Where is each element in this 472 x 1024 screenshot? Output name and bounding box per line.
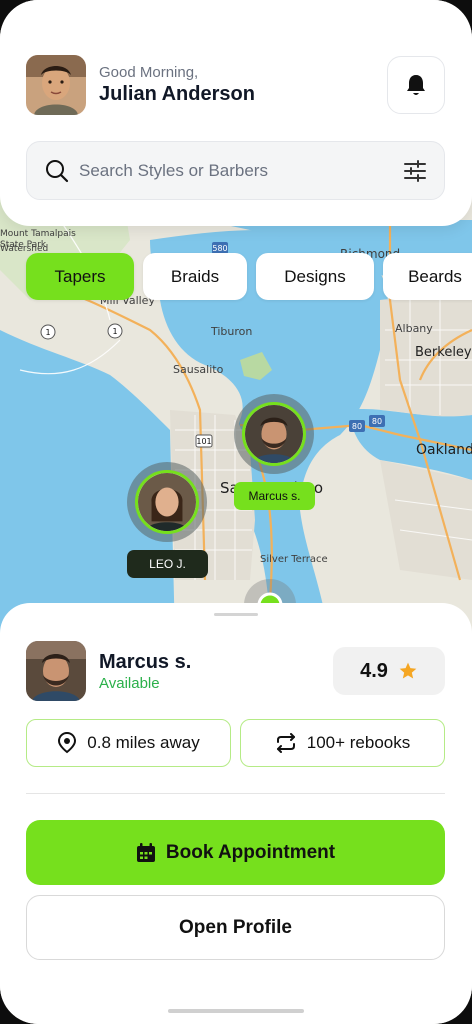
star-icon: [399, 662, 417, 679]
rating-value: 4.9: [360, 659, 388, 682]
map-label-berkeley: Berkeley: [415, 345, 472, 360]
greeting-text: Good Morning,: [99, 64, 199, 81]
open-profile-label: Open Profile: [179, 916, 292, 938]
map-view[interactable]: 580 80 80 101 1 1 Mill Valley Tiburon Sa…: [0, 180, 472, 640]
map-canvas: 580 80 80 101 1 1 Mill Valley Tiburon Sa…: [0, 180, 472, 640]
map-label-oakland: Oakland: [416, 442, 472, 458]
map-label-tiburon: Tiburon: [210, 325, 252, 338]
user-name: Julian Anderson: [99, 83, 255, 105]
map-label-silver-terrace: Silver Terrace: [260, 554, 328, 565]
chip-tapers[interactable]: Tapers: [26, 253, 134, 300]
user-avatar[interactable]: [26, 55, 86, 115]
divider: [26, 793, 445, 794]
barber-status: Available: [99, 675, 160, 692]
svg-text:580: 580: [212, 244, 227, 253]
chip-designs[interactable]: Designs: [256, 253, 374, 300]
rebooks-box: 100+ rebooks: [240, 719, 445, 767]
chip-braids[interactable]: Braids: [143, 253, 247, 300]
sheet-handle[interactable]: [214, 613, 258, 616]
barber-name: Marcus s.: [99, 651, 192, 673]
home-indicator: [168, 1009, 304, 1013]
leo-pin-avatar: [135, 470, 199, 534]
filter-icon[interactable]: [403, 160, 427, 182]
chip-beards[interactable]: Beards: [383, 253, 472, 300]
search-bar: [26, 141, 445, 200]
map-pin-marcus[interactable]: [234, 394, 314, 474]
category-chips: Tapers Braids Designs Beards: [26, 253, 472, 301]
search-input[interactable]: [79, 142, 379, 199]
map-label-mount-tamalpais: Mount Tamalpais: [0, 229, 76, 239]
book-appointment-button[interactable]: Book Appointment: [26, 820, 445, 885]
distance-text: 0.8 miles away: [87, 733, 200, 752]
notifications-button[interactable]: [387, 56, 445, 114]
leo-pin-label[interactable]: LEO J.: [127, 550, 208, 578]
marcus-pin-label[interactable]: Marcus s.: [234, 482, 315, 510]
location-pin-icon: [58, 732, 77, 754]
repeat-icon: [276, 733, 295, 753]
svg-text:101: 101: [196, 437, 211, 446]
search-icon: [46, 160, 69, 183]
map-label-sausalito: Sausalito: [173, 363, 224, 376]
barber-avatar[interactable]: [26, 641, 86, 701]
app-screen: 580 80 80 101 1 1 Mill Valley Tiburon Sa…: [0, 0, 472, 1024]
map-pin-leo[interactable]: [127, 462, 207, 542]
svg-text:80: 80: [372, 417, 382, 426]
bell-icon: [407, 75, 425, 95]
marcus-pin-avatar: [242, 402, 306, 466]
rating-badge: 4.9: [333, 647, 445, 695]
header-card: Good Morning, Julian Anderson: [0, 0, 472, 226]
svg-text:1: 1: [45, 328, 50, 337]
map-label-albany: Albany: [395, 322, 433, 335]
open-profile-button[interactable]: Open Profile: [26, 895, 445, 960]
calendar-icon: [136, 842, 155, 862]
barber-bottom-sheet: Marcus s. Available 4.9 0.8 miles away 1…: [0, 603, 472, 1024]
distance-box: 0.8 miles away: [26, 719, 231, 767]
svg-text:80: 80: [352, 422, 362, 431]
svg-text:1: 1: [112, 327, 117, 336]
rebooks-text: 100+ rebooks: [306, 733, 411, 752]
book-appointment-label: Book Appointment: [165, 841, 336, 863]
